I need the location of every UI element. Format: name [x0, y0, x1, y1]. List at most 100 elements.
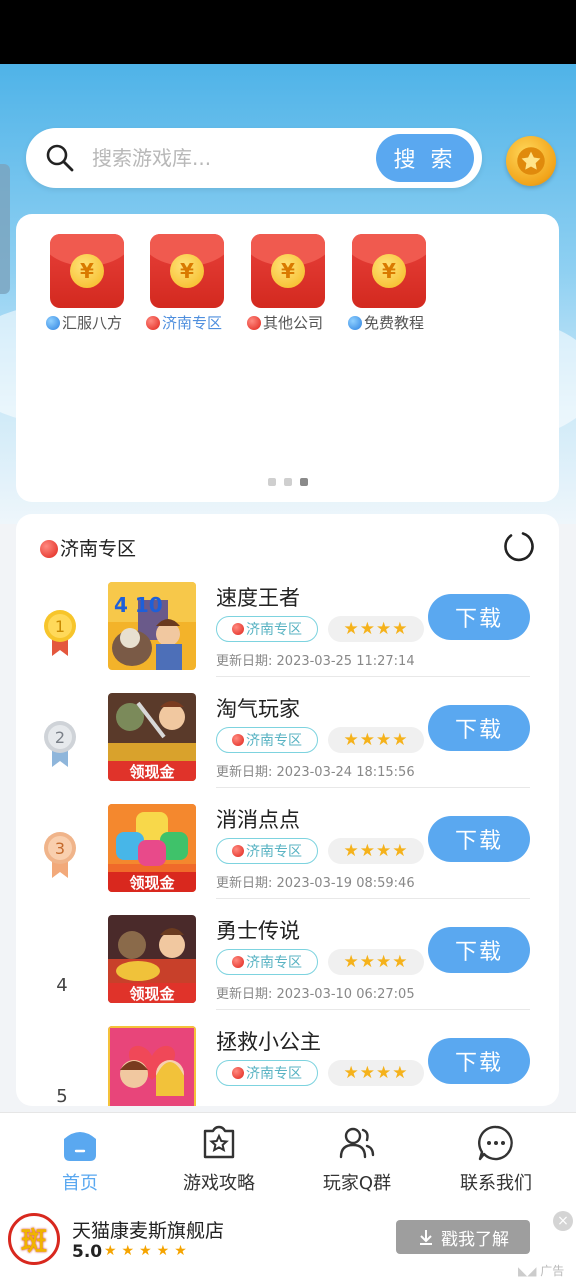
svg-text:4 10: 4 10 [114, 593, 163, 617]
ad-close-icon[interactable]: × [553, 1211, 573, 1231]
ad-banner[interactable]: 斑 天猫康麦斯旗舰店 5.0 ★★★★★ 戳我了解 × ◣◢ 广告 [0, 1200, 576, 1280]
svg-text:1: 1 [55, 617, 65, 636]
zone-tag: 济南专区 [216, 949, 318, 975]
tab-label: 首页 [62, 1173, 98, 1194]
dot-icon [232, 956, 244, 968]
dot-icon [232, 845, 244, 857]
bottom-tab-bar: 首页 游戏攻略 玩家Q群 联系我们 [0, 1112, 576, 1200]
game-guide-icon [203, 1125, 235, 1159]
star-rating: ★★★★ [328, 616, 424, 642]
table-row[interactable]: 2 领现金 淘气玩家 济南专区 ★★★★ 更新日期: 2023-03-24 18… [16, 693, 559, 803]
ad-store-name: 天猫康麦斯旗舰店 [72, 1220, 225, 1242]
zone-tag: 济南专区 [216, 1060, 318, 1086]
game-list-card: 济南专区 1 4 10 速度王者 济南专区 ★★★★ 更新日期: 2023-03… [16, 514, 559, 1106]
red-envelope-icon: ¥ [50, 234, 124, 308]
table-row[interactable]: 1 4 10 速度王者 济南专区 ★★★★ 更新日期: 2023-03-25 1… [16, 582, 559, 692]
quick-link-label: 汇服八方 [46, 312, 140, 333]
tab-home[interactable]: 首页 [20, 1123, 140, 1195]
red-envelope-icon: ¥ [352, 234, 426, 308]
table-row[interactable]: 3 领现金 消消点点 济南专区 ★★★★ 更新日期: 2023-03-19 08… [16, 804, 559, 914]
refresh-icon[interactable] [501, 528, 537, 564]
zone-tag: 济南专区 [216, 616, 318, 642]
ad-tag: ◣◢ 广告 [518, 1264, 565, 1278]
dot-icon [232, 1067, 244, 1079]
tab-game-guide[interactable]: 游戏攻略 [159, 1123, 279, 1195]
game-name[interactable]: 速度王者 [216, 582, 300, 612]
divider [216, 676, 530, 677]
download-button[interactable]: 下载 [428, 705, 530, 751]
pager-dot[interactable] [284, 478, 292, 486]
divider [216, 898, 530, 899]
download-button[interactable]: 下载 [428, 1038, 530, 1084]
pager-dot[interactable] [268, 478, 276, 486]
game-icon[interactable]: 领现金 [108, 915, 196, 1003]
quick-link-tutorial[interactable]: ¥ 免费教程 [348, 234, 442, 333]
dot-icon [247, 316, 261, 330]
game-name[interactable]: 淘气玩家 [216, 693, 300, 723]
side-handle[interactable] [0, 164, 10, 294]
table-row[interactable]: 5 拯救小公主 济南专区 ★★★★ 下载 [16, 1026, 559, 1106]
star-icon [517, 147, 545, 175]
zone-tag: 济南专区 [216, 838, 318, 864]
dot-icon [46, 316, 60, 330]
quick-link-other[interactable]: ¥ 其他公司 [247, 234, 341, 333]
search-input[interactable] [92, 142, 382, 174]
download-button[interactable]: 下载 [428, 816, 530, 862]
search-button[interactable]: 搜 索 [376, 134, 474, 182]
carousel-pager[interactable] [268, 478, 308, 486]
update-date: 更新日期: 2023-03-24 18:15:56 [216, 765, 415, 780]
status-bar [0, 0, 576, 64]
store-logo: 斑 [8, 1213, 60, 1265]
game-icon[interactable]: 领现金 [108, 804, 196, 892]
quick-link-huifu[interactable]: ¥ 汇服八方 [46, 234, 140, 333]
favorites-button[interactable] [506, 136, 556, 186]
home-icon [64, 1132, 96, 1161]
quick-link-label: 免费教程 [348, 312, 442, 333]
download-button[interactable]: 下载 [428, 594, 530, 640]
red-envelope-icon: ¥ [150, 234, 224, 308]
update-date: 更新日期: 2023-03-19 08:59:46 [216, 876, 415, 891]
tab-label: 玩家Q群 [322, 1173, 392, 1194]
ad-score: 5.0 [72, 1242, 103, 1262]
star-rating: ★★★★ [328, 727, 424, 753]
svg-text:3: 3 [55, 839, 65, 858]
tab-label: 联系我们 [460, 1173, 532, 1194]
pager-dot-active[interactable] [300, 478, 308, 486]
svg-text:领现金: 领现金 [128, 763, 175, 781]
game-name[interactable]: 勇士传说 [216, 915, 300, 945]
game-icon[interactable] [108, 1026, 196, 1106]
quick-link-jinan[interactable]: ¥ 济南专区 [146, 234, 240, 333]
game-icon[interactable]: 4 10 [108, 582, 196, 670]
list-title: 济南专区 [40, 534, 136, 561]
tab-player-group[interactable]: 玩家Q群 [297, 1123, 417, 1195]
game-icon[interactable]: 领现金 [108, 693, 196, 781]
zone-tag: 济南专区 [216, 727, 318, 753]
dot-icon [232, 734, 244, 746]
star-rating: ★★★★ [328, 1060, 424, 1086]
divider [216, 787, 530, 788]
silver-medal-icon: 2 [44, 721, 76, 767]
svg-text:2: 2 [55, 728, 65, 747]
download-icon [420, 1230, 432, 1245]
svg-text:领现金: 领现金 [128, 985, 175, 1003]
dot-icon [232, 623, 244, 635]
quick-link-label: 济南专区 [146, 312, 240, 333]
tab-label: 游戏攻略 [183, 1173, 255, 1194]
bronze-medal-icon: 3 [44, 832, 76, 878]
group-icon [339, 1127, 375, 1159]
gold-medal-icon: 1 [44, 610, 76, 656]
game-name[interactable]: 消消点点 [216, 804, 300, 834]
ad-learn-more-button[interactable]: 戳我了解 [396, 1220, 530, 1254]
rank-number: 5 [56, 1086, 68, 1106]
update-date: 更新日期: 2023-03-10 06:27:05 [216, 987, 415, 1002]
chat-icon [478, 1125, 513, 1161]
star-rating: ★★★★ [328, 838, 424, 864]
tab-contact-us[interactable]: 联系我们 [436, 1123, 556, 1195]
search-icon [46, 144, 74, 172]
table-row[interactable]: 4 领现金 勇士传说 济南专区 ★★★★ 更新日期: 2023-03-10 06… [16, 915, 559, 1025]
quick-link-label: 其他公司 [247, 312, 341, 333]
download-button[interactable]: 下载 [428, 927, 530, 973]
game-name[interactable]: 拯救小公主 [216, 1026, 321, 1056]
search-bar: 搜 索 [26, 128, 482, 188]
dot-icon [146, 316, 160, 330]
